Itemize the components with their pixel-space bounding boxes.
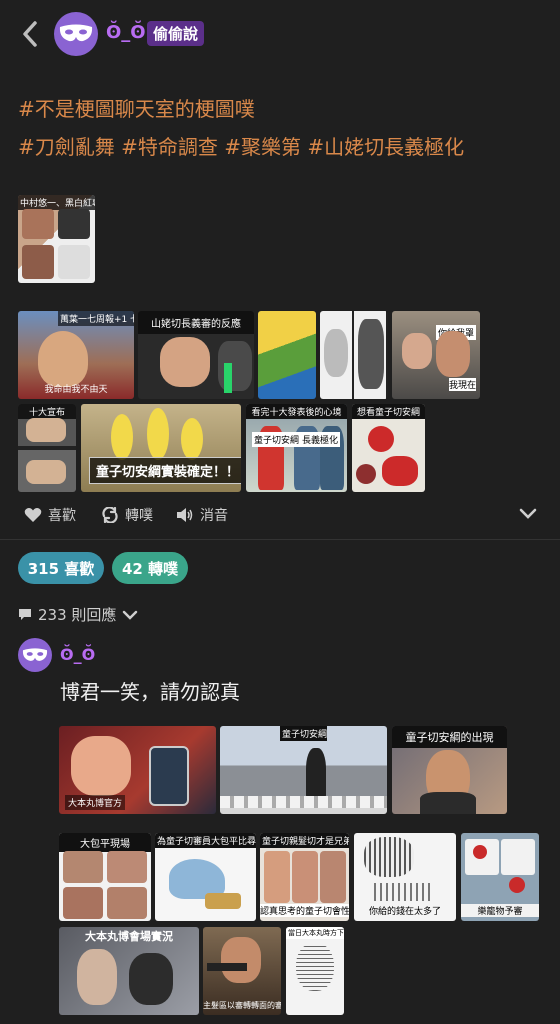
image-bottom-caption: 我現在 <box>448 378 476 391</box>
image-caption: 想看童子切安綱 <box>352 404 425 419</box>
image-bottom-caption: 你給的錢在太多了 <box>368 907 441 917</box>
post-image-5[interactable] <box>320 311 388 399</box>
comment-image-1[interactable]: 大本丸博官方 <box>59 726 216 814</box>
reposts-count-pill[interactable]: 42 轉噗 <box>112 552 188 584</box>
chevron-down-icon[interactable] <box>518 507 538 525</box>
image-bottom-caption: 樂籠物予審 <box>461 904 539 917</box>
tags-line-2[interactable]: #刀劍亂舞 #特命調查 #聚樂第 #山姥切長義極化 <box>18 128 538 166</box>
like-button[interactable]: 喜歡 <box>24 505 76 525</box>
image-label-a: 童子切安綱 <box>252 432 302 447</box>
comment-image-11[interactable]: 當日大本丸時方下至對 <box>286 927 344 1015</box>
comment-image-8[interactable]: 樂籠物予審 <box>461 833 539 921</box>
replies-toggle[interactable]: 233 則回應 <box>18 604 138 625</box>
repost-button[interactable]: 轉噗 <box>101 505 153 525</box>
section-divider <box>0 539 560 540</box>
image-caption: 童子切安綱的出現 <box>392 726 507 748</box>
image-caption: 童子切親髮切才是兄弟 <box>260 833 349 848</box>
post-tags: #不是梗圖聊天室的梗圖噗 #刀劍亂舞 #特命調查 #聚樂第 #山姥切長義極化 <box>18 90 538 166</box>
image-bottom-caption: 我命由我不由天 <box>44 385 108 395</box>
post-image-7[interactable]: 十大宣布 <box>18 404 76 492</box>
comment-text: 博君一笑，請勿認真 <box>60 680 240 704</box>
commenter-avatar[interactable] <box>18 638 52 672</box>
image-label-b: 長義極化 <box>300 432 341 447</box>
post-image-2[interactable]: 萬葉一七周報+1 七周報+1 我命由我不由天 <box>18 311 134 399</box>
likes-count-pill[interactable]: 315 喜歡 <box>18 552 104 584</box>
image-caption: 萬葉一七周報+1 七周報+1 <box>58 311 134 326</box>
speaker-mute-icon <box>177 508 193 522</box>
mute-label: 消音 <box>200 508 228 524</box>
image-bottom-caption: 大本丸博官方 <box>65 795 126 810</box>
back-arrow-icon[interactable] <box>16 18 44 50</box>
like-label: 喜歡 <box>48 508 76 524</box>
author-name[interactable]: ʘ̆_ʘ̆ <box>106 22 146 43</box>
tags-line-1[interactable]: #不是梗圖聊天室的梗圖噗 <box>18 90 538 128</box>
mask-icon <box>59 24 93 42</box>
image-bottom-caption: 認真思考的童子切會性的審 <box>260 904 349 917</box>
image-caption: 中村悠一、黑白紅專職、會局刀 <box>18 195 95 210</box>
comment-image-9[interactable]: 大本丸博會場實況 <box>59 927 199 1015</box>
comment-image-6[interactable]: 童子切親髮切才是兄弟 認真思考的童子切會性的審 <box>260 833 349 921</box>
post-image-4[interactable] <box>258 311 316 399</box>
image-banner: 童子切安綱實裝確定！！ <box>89 457 241 484</box>
comment-image-5[interactable]: 為童子切審員大包平比尋 <box>155 833 256 921</box>
image-bottom-caption: 主髮區以審轉轉面的審 <box>203 1001 281 1010</box>
post-image-9[interactable]: 看完十大發表後的心境 童子切安綱 長義極化 <box>246 404 347 492</box>
post-header: ʘ̆_ʘ̆ 偷偷說 <box>0 12 560 56</box>
post-image-1[interactable]: 中村悠一、黑白紅專職、會局刀 <box>18 195 95 283</box>
heart-icon <box>24 508 42 522</box>
anonymous-badge: 偷偷說 <box>147 21 205 46</box>
author-avatar[interactable] <box>54 12 98 56</box>
mute-button[interactable]: 消音 <box>176 505 228 525</box>
image-caption: 山姥切長義審的反應 <box>138 311 254 334</box>
image-caption: 大包平現場 <box>59 833 151 852</box>
commenter-name[interactable]: ʘ̆_ʘ̆ <box>60 645 95 664</box>
speech-bubble-icon <box>19 609 31 620</box>
post-image-10[interactable]: 想看童子切安綱 <box>352 404 425 492</box>
comment-image-2[interactable]: 童子切安綱 <box>220 726 387 814</box>
repost-icon <box>102 507 118 523</box>
image-caption: 十大宣布 <box>18 404 76 419</box>
comment-image-7[interactable]: 你給的錢在太多了 <box>354 833 456 921</box>
image-caption: 為童子切審員大包平比尋 <box>155 833 256 848</box>
chevron-down-icon <box>123 610 138 620</box>
post-image-8[interactable]: 童子切安綱實裝確定！！ <box>81 404 241 492</box>
mask-icon <box>22 647 48 661</box>
post-actions: 喜歡 轉噗 消音 <box>24 505 544 531</box>
post-image-6[interactable]: 你給我罩 我現在 <box>392 311 480 399</box>
comment-image-3[interactable]: 童子切安綱的出現 <box>392 726 507 814</box>
repost-label: 轉噗 <box>125 508 153 524</box>
image-caption: 看完十大發表後的心境 <box>246 404 347 419</box>
post-image-3[interactable]: 山姥切長義審的反應 <box>138 311 254 399</box>
replies-count: 233 則回應 <box>38 606 117 624</box>
comment-image-4[interactable]: 大包平現場 <box>59 833 151 921</box>
image-caption: 大本丸博會場實況 <box>85 930 173 943</box>
comment-image-10[interactable]: 主髮區以審轉轉面的審 <box>203 927 281 1015</box>
image-caption: 童子切安綱 <box>280 726 327 741</box>
image-caption: 當日大本丸時方下至對 <box>286 927 344 939</box>
